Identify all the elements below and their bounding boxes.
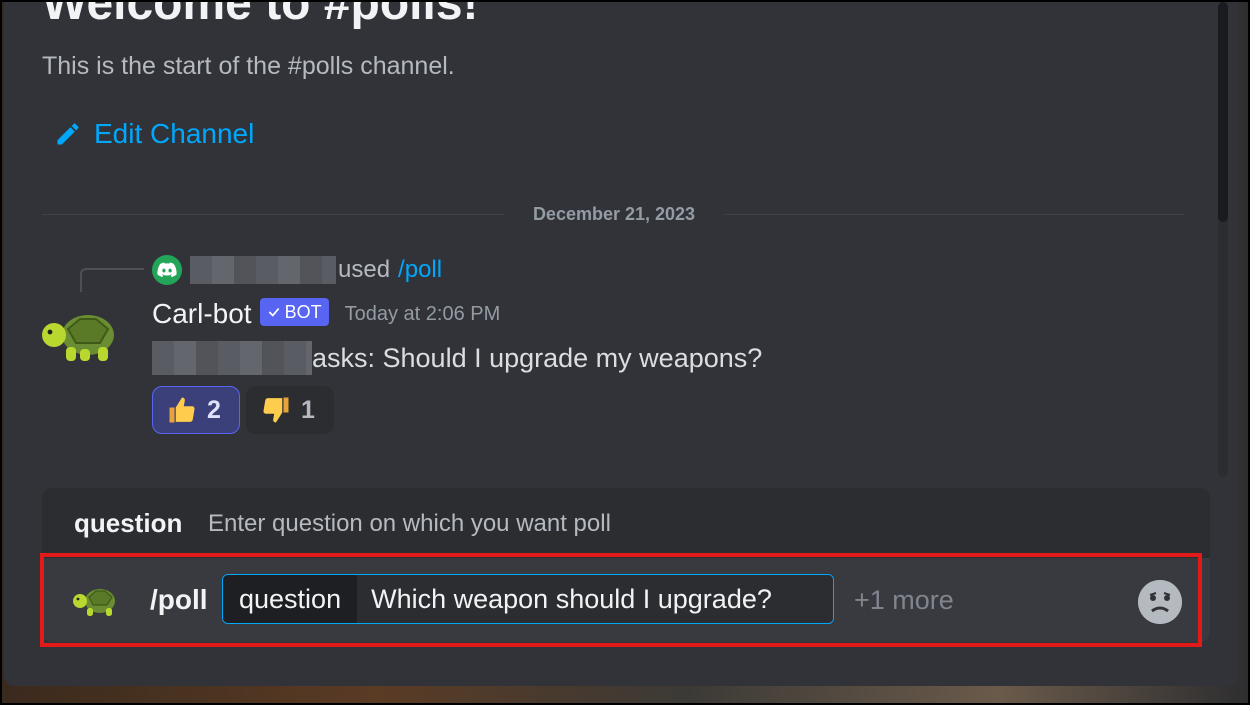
redacted-username: [190, 256, 336, 284]
edit-channel-label: Edit Channel: [94, 118, 255, 149]
message-author[interactable]: Carl-bot: [152, 298, 252, 330]
turtle-avatar-icon[interactable]: [40, 307, 122, 369]
pencil-icon: [57, 123, 79, 145]
message-text: asks: Should I upgrade my weapons?: [312, 342, 763, 373]
more-options[interactable]: +1 more: [854, 585, 954, 616]
channel-welcome-subtitle: This is the start of the #polls channel.: [42, 52, 455, 80]
command-reply-context: used /poll: [152, 255, 442, 285]
option-description: Enter question on which you want poll: [208, 510, 611, 537]
bot-tag: BOT: [259, 298, 329, 326]
parameter-value-input[interactable]: Which weapon should I upgrade?: [357, 575, 833, 623]
channel-welcome-title: Welcome to #polls!: [42, 2, 479, 30]
parameter-label: question: [223, 575, 358, 623]
edit-channel-link[interactable]: Edit Channel: [54, 118, 254, 150]
date-divider: December 21, 2023: [504, 204, 724, 225]
message-timestamp: Today at 2:06 PM: [344, 302, 501, 325]
reaction-thumbs-down[interactable]: 1: [246, 386, 334, 434]
reaction-thumbs-up[interactable]: 2: [152, 386, 240, 434]
emoji-picker-button[interactable]: [1138, 580, 1182, 624]
thumbs-down-icon: [263, 397, 289, 423]
reply-connector: [80, 268, 144, 292]
check-icon: [268, 307, 279, 317]
divider-line-right: [724, 214, 1184, 215]
reaction-count: 1: [301, 395, 315, 424]
emoji-icon: [1138, 580, 1182, 624]
thumbs-up-icon: [169, 397, 195, 423]
divider-line-left: [42, 214, 504, 215]
screenshot-frame: Welcome to #polls! This is the start of …: [0, 0, 1250, 705]
slash-command: /poll: [150, 584, 208, 615]
chat-scrollbar[interactable]: [1218, 2, 1228, 477]
discord-icon: [152, 255, 182, 285]
used-text: used: [338, 256, 391, 283]
scrollbar-thumb[interactable]: [1218, 2, 1228, 222]
option-name: question: [74, 508, 183, 538]
message-header: Carl-bot BOT Today at 2:06 PM: [152, 298, 500, 330]
command-option-panel: question Enter question on which you wan…: [42, 488, 1210, 558]
bot-tag-label: BOT: [284, 301, 322, 322]
used-command-link[interactable]: /poll: [398, 256, 442, 284]
message-body: asks: Should I upgrade my weapons?: [152, 340, 762, 376]
command-parameter[interactable]: question Which weapon should I upgrade?: [222, 574, 834, 624]
turtle-avatar-icon: [73, 589, 115, 616]
reaction-count: 2: [207, 395, 221, 424]
redacted-username: [152, 341, 312, 375]
